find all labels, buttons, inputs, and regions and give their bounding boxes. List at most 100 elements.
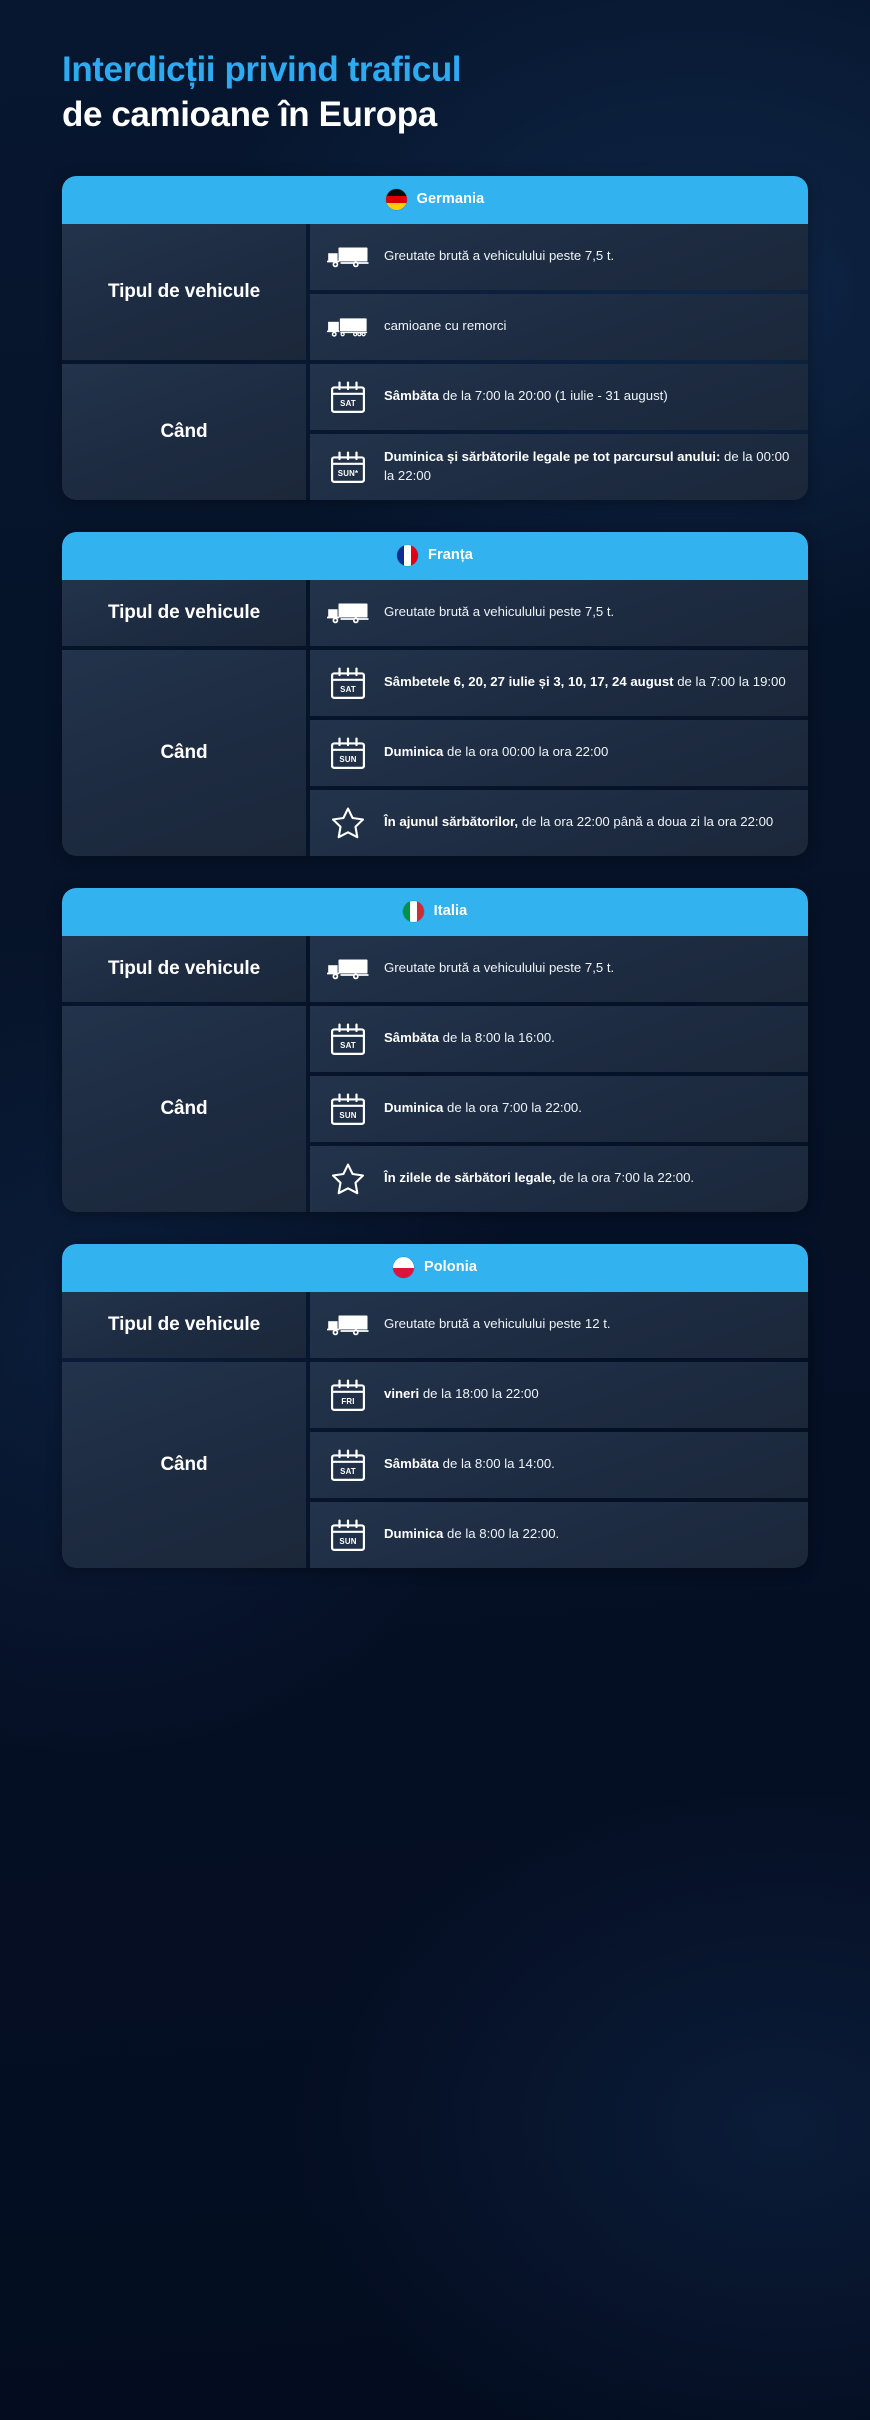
page-title-line-1: Interdicții privind traficul (62, 50, 462, 89)
calendar-sun-icon: SUN (326, 1519, 370, 1551)
detail-text: Sâmbăta de la 8:00 la 16:00. (384, 1029, 555, 1047)
detail-text: Greutate brută a vehiculului peste 7,5 t… (384, 959, 614, 977)
country-body: Tipul de vehicule Greutate brută a vehicu… (62, 935, 808, 1212)
attribute-label-cell: Tipul de vehicule (62, 579, 306, 646)
detail-row: Greutate brută a vehiculului peste 7,5 t… (310, 579, 808, 646)
calendar-sat-icon: SAT (326, 1449, 370, 1481)
country-card: Italia Tipul de vehicule Greutate brută a … (62, 887, 808, 1212)
country-name: Italia (433, 903, 468, 920)
svg-text:SAT: SAT (340, 1467, 356, 1476)
attribute-label-cell: Tipul de vehicule (62, 1291, 306, 1358)
svg-text:SAT: SAT (340, 1041, 356, 1050)
detail-text-rest: Greutate brută a vehiculului peste 7,5 t… (384, 960, 615, 976)
detail-text: Greutate brută a vehiculului peste 12 t. (384, 1315, 611, 1333)
attribute-label: Când (160, 420, 208, 442)
detail-text-emphasis: Duminica (384, 744, 444, 760)
detail-text: Duminica de la ora 7:00 la 22:00. (384, 1099, 582, 1117)
attribute-label: Când (160, 1097, 208, 1119)
attribute-detail-column: Greutate brută a vehiculului peste 7,5 t… (310, 579, 808, 646)
svg-text:SUN*: SUN* (338, 469, 359, 478)
detail-row: În zilele de sărbători legale, de la ora… (310, 1145, 808, 1212)
detail-text-rest: Greutate brută a vehiculului peste 12 t. (384, 1316, 611, 1332)
truck-rigid-icon (326, 244, 370, 269)
detail-row: În ajunul sărbătorilor, de la ora 22:00 … (310, 789, 808, 856)
country-header: Franța (62, 531, 808, 580)
detail-text-rest: Greutate brută a vehiculului peste 7,5 t… (384, 604, 615, 620)
truck-rigid-icon (326, 1312, 370, 1337)
attribute-label: Tipul de vehicule (107, 280, 261, 302)
detail-text-emphasis: Duminica (384, 1526, 444, 1542)
detail-row: SAT Sâmbăta de la 7:00 la 20:00 (1 iulie … (310, 363, 808, 430)
detail-text-rest: de la 8:00 la 16:00. (438, 1030, 555, 1046)
attribute-row-group: Când SAT Sâmbăta de la 8:00 la 16:00. SUN Du… (62, 1005, 808, 1212)
calendar-sat-icon: SAT (326, 667, 370, 699)
star-icon (326, 806, 370, 840)
detail-text-emphasis: În ajunul sărbătorilor, (384, 814, 519, 830)
detail-row: Greutate brută a vehiculului peste 7,5 t… (310, 223, 808, 290)
attribute-row-group: Când FRI vineri de la 18:00 la 22:00 SAT Sâm… (62, 1361, 808, 1568)
detail-text-rest: de la 8:00 la 14:00. (438, 1456, 555, 1472)
country-header: Polonia (62, 1243, 808, 1292)
infographic-page: Interdicții privind traficul de camioane… (0, 0, 870, 1638)
country-body: Tipul de vehicule Greutate brută a vehicu… (62, 579, 808, 856)
country-card: Franța Tipul de vehicule Greutate brută a … (62, 531, 808, 856)
truck-rigid-icon (326, 956, 370, 981)
detail-text-rest: de la ora 00:00 la ora 22:00 (443, 744, 609, 760)
country-card-list: Germania Tipul de vehicule Greutate brută … (0, 175, 870, 1568)
country-header: Germania (62, 175, 808, 224)
detail-text-rest: de la ora 22:00 până a doua zi la ora 22… (518, 814, 774, 830)
attribute-detail-column: Greutate brută a vehiculului peste 7,5 t… (310, 935, 808, 1002)
attribute-row-group: Tipul de vehicule Greutate brută a vehicu… (62, 1291, 808, 1358)
detail-text-emphasis: Sâmbăta (384, 388, 439, 404)
attribute-label-cell: Când (62, 1005, 306, 1212)
detail-text: Greutate brută a vehiculului peste 7,5 t… (384, 603, 614, 621)
detail-text: Duminica și sărbătorile legale pe tot pa… (384, 448, 790, 484)
detail-row: SUN Duminica de la 8:00 la 22:00. (310, 1501, 808, 1568)
detail-text: Duminica de la 8:00 la 22:00. (384, 1525, 559, 1543)
detail-row: SAT Sâmbăta de la 8:00 la 16:00. (310, 1005, 808, 1072)
page-title-line-2: de camioane în Europa (62, 94, 437, 134)
attribute-label: Tipul de vehicule (107, 1313, 261, 1335)
svg-text:SUN: SUN (339, 1111, 356, 1120)
attribute-label-cell: Când (62, 363, 306, 500)
country-card: Germania Tipul de vehicule Greutate brută … (62, 175, 808, 500)
svg-text:SAT: SAT (340, 399, 356, 408)
flag-poland-icon (392, 1257, 414, 1279)
page-title: Interdicții privind traficul de camioane… (0, 0, 870, 138)
detail-text-emphasis: Duminica și sărbătorile legale pe tot pa… (384, 449, 721, 465)
detail-text-emphasis: Sâmbăta (384, 1030, 439, 1046)
detail-row: Greutate brută a vehiculului peste 7,5 t… (310, 935, 808, 1002)
attribute-row-group: Când SAT Sâmbetele 6, 20, 27 iulie și 3, 1… (62, 649, 808, 856)
detail-row: SAT Sâmbăta de la 8:00 la 14:00. (310, 1431, 808, 1498)
detail-text: camioane cu remorci (384, 317, 506, 335)
detail-text-rest: de la 7:00 la 20:00 (1 iulie - 31 august… (438, 388, 668, 404)
attribute-detail-column: SAT Sâmbăta de la 8:00 la 16:00. SUN Dumini… (310, 1005, 808, 1212)
detail-text: Greutate brută a vehiculului peste 7,5 t… (384, 247, 614, 265)
detail-text-rest: de la ora 7:00 la 22:00. (555, 1170, 695, 1186)
detail-text: Sâmbăta de la 7:00 la 20:00 (1 iulie - 3… (384, 387, 668, 405)
country-header: Italia (62, 887, 808, 936)
country-name: Polonia (423, 1259, 478, 1276)
svg-text:SUN: SUN (339, 1537, 356, 1546)
calendar-sun-icon: SUN (326, 1093, 370, 1125)
detail-text-emphasis: Sâmbăta (384, 1456, 439, 1472)
flag-italy-icon (402, 901, 424, 923)
attribute-label-cell: Când (62, 649, 306, 856)
attribute-row-group: Tipul de vehicule Greutate brută a vehicu… (62, 223, 808, 360)
detail-row: SAT Sâmbetele 6, 20, 27 iulie și 3, 10, 1… (310, 649, 808, 716)
country-card: Polonia Tipul de vehicule Greutate brută a… (62, 1243, 808, 1568)
detail-row: SUN* Duminica și sărbătorile legale pe to… (310, 433, 808, 500)
detail-text: În zilele de sărbători legale, de la ora… (384, 1169, 694, 1187)
attribute-label-cell: Tipul de vehicule (62, 935, 306, 1002)
svg-text:FRI: FRI (341, 1397, 354, 1406)
detail-text-rest: Greutate brută a vehiculului peste 7,5 t… (384, 248, 615, 264)
calendar-sun-star-icon: SUN* (326, 451, 370, 483)
calendar-fri-icon: FRI (326, 1379, 370, 1411)
detail-text-rest: de la ora 7:00 la 22:00. (443, 1100, 582, 1116)
flag-france-icon (397, 545, 419, 567)
calendar-sat-icon: SAT (326, 381, 370, 413)
attribute-label: Tipul de vehicule (107, 601, 261, 623)
attribute-label-cell: Când (62, 1361, 306, 1568)
detail-row: SUN Duminica de la ora 00:00 la ora 22:00 (310, 719, 808, 786)
attribute-detail-column: SAT Sâmbăta de la 7:00 la 20:00 (1 iulie … (310, 363, 808, 500)
